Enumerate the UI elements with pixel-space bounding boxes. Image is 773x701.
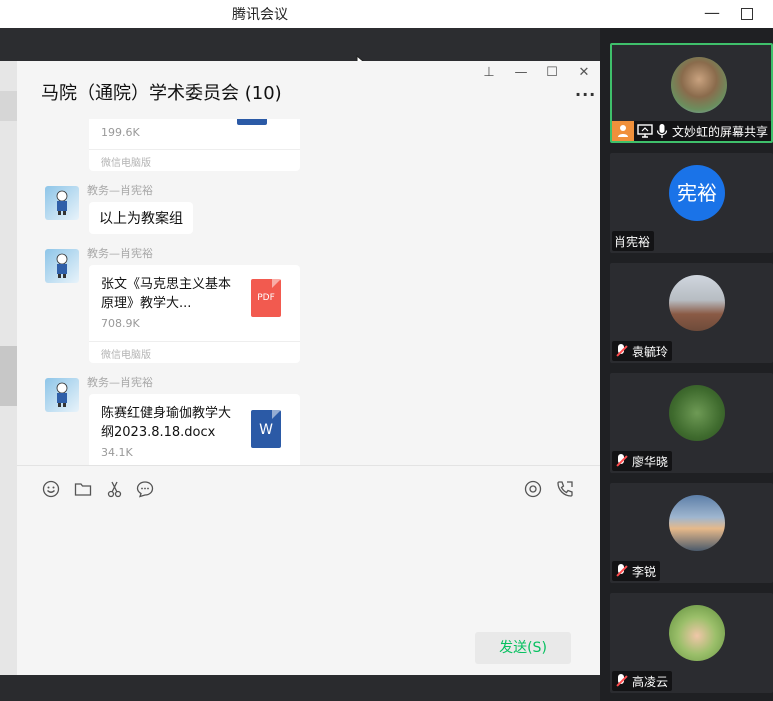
screen-share-icon <box>637 124 653 138</box>
participant-avatar <box>671 57 727 113</box>
participant-name: 袁毓玲 <box>632 344 669 359</box>
participant-tile[interactable]: 高凌云 <box>610 593 773 693</box>
microphone-icon <box>656 124 668 138</box>
file-name: 陈赛红健身瑜伽教学大纲2023.8.18.docx <box>101 406 232 440</box>
pin-button[interactable]: ⊥ <box>479 65 499 80</box>
participant-tile[interactable]: 文妙虹的屏幕共享 <box>610 43 773 143</box>
more-options-button[interactable]: ··· <box>575 85 596 104</box>
file-message[interactable]: 张文《马克思主义基本原理》教学大... 708.9K PDF 微信电脑版 <box>89 265 300 363</box>
file-source: 微信电脑版 <box>101 158 151 169</box>
cartoon-avatar-icon <box>56 382 68 407</box>
cartoon-avatar-icon <box>56 253 68 278</box>
share-bottom-bar <box>0 675 600 701</box>
file-size: 199.6K <box>101 126 140 139</box>
live-stream-icon[interactable] <box>523 479 543 499</box>
file-message[interactable]: 199.6K 微信电脑版 <box>89 119 300 171</box>
meeting-app-title: 腾讯会议 <box>232 7 288 23</box>
participant-initials-avatar: 宪裕 <box>669 165 725 221</box>
wechat-chat-window: 马院（通院）学术委员会 (10) ⊥ — ☐ ✕ ··· 199.6K 微信电脑… <box>17 61 600 675</box>
sender-name: 教务—肖宪裕 <box>87 247 153 260</box>
avatar[interactable] <box>45 186 79 220</box>
file-size: 708.9K <box>101 317 140 330</box>
folder-icon[interactable] <box>73 479 93 499</box>
mic-muted-icon <box>614 453 628 469</box>
file-size: 34.1K <box>101 446 133 459</box>
meeting-titlebar: 腾讯会议 — <box>0 0 773 28</box>
participants-panel: 文妙虹的屏幕共享 宪裕 肖宪裕 袁毓玲 廖华晓 李锐 高凌云 <box>600 28 773 701</box>
emoji-icon[interactable] <box>41 479 61 499</box>
mic-muted-icon <box>614 343 628 359</box>
participant-name: 高凌云 <box>632 674 669 689</box>
participant-tile[interactable]: 李锐 <box>610 483 773 583</box>
window-maximize-button[interactable] <box>735 2 759 24</box>
host-icon <box>612 121 634 141</box>
text-message-bubble[interactable]: 以上为教案组 <box>89 202 193 234</box>
participant-tile[interactable]: 宪裕 肖宪裕 <box>610 153 773 253</box>
mic-muted-icon <box>614 563 628 579</box>
send-button[interactable]: 发送(S) <box>475 632 571 664</box>
participant-name: 文妙虹的屏幕共享 <box>672 124 769 139</box>
message-list[interactable]: 199.6K 微信电脑版 教务—肖宪裕 以上为教案组 教务—肖宪裕 张文《马克思… <box>17 119 600 465</box>
chat-maximize-button[interactable]: ☐ <box>542 65 562 80</box>
participant-avatar <box>669 495 725 551</box>
participant-tile[interactable]: 袁毓玲 <box>610 263 773 363</box>
avatar[interactable] <box>45 378 79 412</box>
chat-minimize-button[interactable]: — <box>511 65 531 80</box>
word-icon: W <box>251 410 281 448</box>
participant-avatar <box>669 605 725 661</box>
file-source-footer: 微信电脑版 <box>89 341 300 363</box>
participant-name: 肖宪裕 <box>614 234 651 249</box>
input-toolbar <box>17 465 600 505</box>
avatar[interactable] <box>45 249 79 283</box>
chat-header: 马院（通院）学术委员会 (10) ⊥ — ☐ ✕ ··· <box>17 61 600 119</box>
participant-name: 李锐 <box>632 564 657 579</box>
screenshot-scissors-icon[interactable] <box>105 479 125 499</box>
participant-name: 廖华晓 <box>632 454 669 469</box>
participant-avatar <box>669 275 725 331</box>
pdf-icon: PDF <box>251 279 281 317</box>
cartoon-avatar-icon <box>56 190 68 215</box>
window-minimize-button[interactable]: — <box>700 2 724 24</box>
chat-title: 马院（通院）学术委员会 (10) <box>41 83 282 104</box>
chat-history-icon[interactable] <box>135 479 155 499</box>
background-app-strip <box>0 61 17 675</box>
chat-close-button[interactable]: ✕ <box>574 65 594 80</box>
word-icon <box>237 119 267 125</box>
voice-call-icon[interactable] <box>555 479 575 499</box>
sender-name: 教务—肖宪裕 <box>87 184 153 197</box>
mic-muted-icon <box>614 673 628 689</box>
participant-avatar <box>669 385 725 441</box>
file-source-footer: 微信电脑版 <box>89 149 300 171</box>
participant-tile[interactable]: 廖华晓 <box>610 373 773 473</box>
file-message[interactable]: 陈赛红健身瑜伽教学大纲2023.8.18.docx 34.1K W <box>89 394 300 465</box>
file-source: 微信电脑版 <box>101 350 151 361</box>
sender-name: 教务—肖宪裕 <box>87 376 153 389</box>
file-name: 张文《马克思主义基本原理》教学大... <box>101 277 232 311</box>
